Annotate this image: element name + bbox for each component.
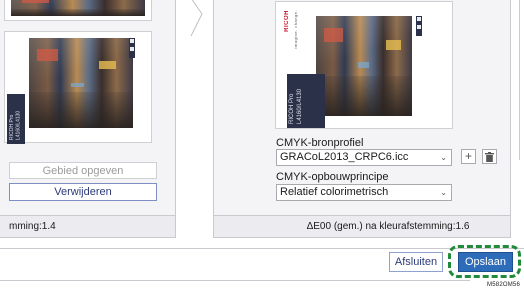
preview-booklet-text: RICOH Pro L4160/L4130 xyxy=(9,110,22,140)
build-principle-select[interactable]: Relatief colorimetrisch ⌄ xyxy=(276,184,452,201)
right-border-line xyxy=(519,0,520,160)
result-photo xyxy=(316,16,412,116)
delete-button[interactable]: Verwijderen xyxy=(9,183,157,201)
source-profile-value: GRACoL2013_CRPC6.icc xyxy=(280,151,409,163)
right-preview-panel: RICOH imagine. change. RICOH Pro L4160/L… xyxy=(213,0,511,238)
result-flag-strip xyxy=(416,16,422,36)
area-specify-button[interactable]: Gebied opgeven xyxy=(9,162,157,179)
preview-flag-strip xyxy=(129,38,135,58)
preview-thumbnail-main xyxy=(5,32,151,142)
ricoh-brand-mark: RICOH xyxy=(284,10,290,32)
result-booklet: RICOH Pro L4160/L4130 xyxy=(287,74,325,128)
preview-thumbnail-top xyxy=(5,0,151,20)
trash-icon[interactable] xyxy=(482,149,497,164)
right-delta-e-text: ΔE00 (gem.) na kleurafstemming:1.6 xyxy=(306,221,470,232)
left-delta-e-text: mming:1.4 xyxy=(9,221,56,232)
preview-booklet: RICOH Pro L4160/L4130 xyxy=(7,94,25,144)
brand-text: RICOH xyxy=(284,10,290,32)
left-footer-status: mming:1.4 xyxy=(0,215,175,237)
result-booklet-text: RICOH Pro L4160/L4130 xyxy=(289,88,303,124)
ricoh-brand-tagline: imagine. change. xyxy=(293,10,298,48)
brand-subtext: imagine. change. xyxy=(293,10,298,49)
build-principle-value: Relatief colorimetrisch xyxy=(280,186,389,198)
left-preview-panel: RICOH Pro L4160/L4130 Gebied opgeven Ver… xyxy=(0,0,176,238)
close-button[interactable]: Afsluiten xyxy=(389,252,443,272)
bottom-rule xyxy=(0,280,470,281)
chevron-down-icon: ⌄ xyxy=(440,153,447,162)
right-footer-status: ΔE00 (gem.) na kleurafstemming:1.6 xyxy=(214,215,510,237)
plus-icon[interactable]: + xyxy=(461,149,476,164)
chevron-down-icon: ⌄ xyxy=(440,188,447,197)
preview-photo-top xyxy=(11,0,145,16)
action-bar-divider xyxy=(0,248,524,249)
trash-glyph xyxy=(485,152,494,162)
preview-photo xyxy=(29,38,133,128)
build-principle-label: CMYK-opbouwprincipe xyxy=(276,171,389,183)
figure-id: M582OM56 xyxy=(487,282,520,288)
save-button[interactable]: Opslaan xyxy=(458,252,513,272)
panel-divider-arrow-icon xyxy=(190,0,203,37)
source-profile-select[interactable]: GRACoL2013_CRPC6.icc ⌄ xyxy=(276,149,452,166)
source-profile-label: CMYK-bronprofiel xyxy=(276,137,364,149)
